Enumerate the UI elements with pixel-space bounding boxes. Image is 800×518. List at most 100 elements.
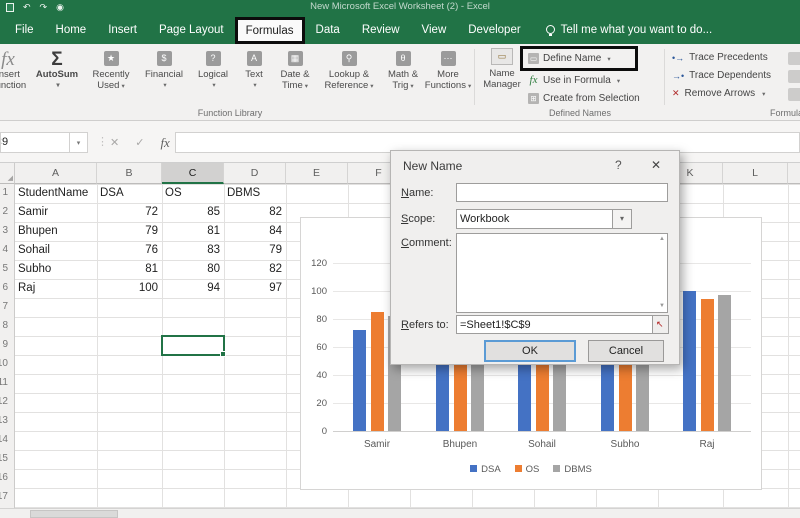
cell[interactable]: 100 bbox=[100, 279, 158, 298]
cell[interactable]: Sohail bbox=[18, 241, 93, 260]
chart-bar-dbms-raj[interactable] bbox=[718, 295, 731, 431]
cell[interactable]: StudentName bbox=[18, 184, 93, 203]
row-header-15[interactable]: 15 bbox=[0, 453, 8, 464]
name-field[interactable] bbox=[456, 183, 668, 202]
scroll-down-icon[interactable]: ▼ bbox=[659, 303, 677, 309]
row-header-13[interactable]: 13 bbox=[0, 415, 8, 426]
scroll-up-icon[interactable]: ▲ bbox=[659, 236, 677, 242]
column-header-C[interactable]: C bbox=[162, 163, 224, 184]
scope-dropdown-icon[interactable]: ▾ bbox=[612, 209, 632, 229]
cell[interactable]: 97 bbox=[227, 279, 282, 298]
name-box[interactable]: C9 bbox=[0, 132, 70, 153]
cell[interactable]: 81 bbox=[100, 260, 158, 279]
refers-to-field[interactable]: =Sheet1!$C$9 bbox=[456, 315, 653, 334]
lookup-reference-button[interactable]: ⚲Lookup &Reference▾ bbox=[318, 46, 380, 92]
tab-developer[interactable]: Developer bbox=[457, 15, 531, 44]
comment-field[interactable] bbox=[456, 233, 668, 313]
collapse-dialog-button[interactable]: ↖ bbox=[652, 315, 669, 334]
more-functions-button[interactable]: ⋯MoreFunctions▾ bbox=[426, 46, 470, 92]
name-manager-button[interactable]: ▭ Name Manager bbox=[478, 48, 526, 90]
cell[interactable]: Bhupen bbox=[18, 222, 93, 241]
row-header-11[interactable]: 11 bbox=[0, 377, 8, 388]
row-header-10[interactable]: 10 bbox=[0, 358, 8, 369]
name-box-dropdown[interactable]: ▾ bbox=[70, 132, 88, 153]
insert-function-icon[interactable]: fx bbox=[160, 135, 169, 151]
row-header-3[interactable]: 3 bbox=[0, 225, 8, 236]
row-header-7[interactable]: 7 bbox=[0, 301, 8, 312]
row-header-14[interactable]: 14 bbox=[0, 434, 8, 445]
cell[interactable]: 83 bbox=[165, 241, 220, 260]
cell[interactable]: Raj bbox=[18, 279, 93, 298]
column-header-B[interactable]: B bbox=[97, 163, 162, 184]
row-header-5[interactable]: 5 bbox=[0, 263, 8, 274]
text-button[interactable]: AText▾ bbox=[236, 46, 272, 92]
cell[interactable]: 79 bbox=[227, 241, 282, 260]
cell[interactable]: 84 bbox=[227, 222, 282, 241]
ok-button[interactable]: OK bbox=[484, 340, 576, 362]
insert-function-button[interactable]: fxInsertFunction bbox=[0, 46, 30, 92]
cell[interactable]: Subho bbox=[18, 260, 93, 279]
column-header-E[interactable]: E bbox=[286, 163, 348, 184]
close-icon[interactable]: ✕ bbox=[651, 158, 661, 172]
cell[interactable]: 80 bbox=[165, 260, 220, 279]
cancel-icon[interactable]: ✕ bbox=[110, 136, 119, 149]
row-header-2[interactable]: 2 bbox=[0, 206, 8, 217]
cell[interactable]: 85 bbox=[165, 203, 220, 222]
cell[interactable]: 72 bbox=[100, 203, 158, 222]
cell[interactable]: OS bbox=[165, 184, 220, 203]
cancel-button[interactable]: Cancel bbox=[588, 340, 664, 362]
recently-used-button[interactable]: ★RecentlyUsed▾ bbox=[84, 46, 138, 92]
row-header-6[interactable]: 6 bbox=[0, 282, 8, 293]
cell[interactable]: DBMS bbox=[227, 184, 282, 203]
tab-home[interactable]: Home bbox=[45, 15, 98, 44]
chart-legend[interactable]: DSAOSDBMS bbox=[301, 464, 761, 475]
select-all-corner[interactable]: ◢ bbox=[0, 163, 15, 184]
legend-item-dbms[interactable]: DBMS bbox=[553, 464, 591, 475]
enter-icon[interactable]: ✓ bbox=[135, 136, 144, 149]
scope-select[interactable]: Workbook bbox=[456, 209, 624, 229]
cell[interactable]: 82 bbox=[227, 203, 282, 222]
cell[interactable]: Samir bbox=[18, 203, 93, 222]
chart-bar-os-raj[interactable] bbox=[701, 299, 714, 431]
chart-bar-os-samir[interactable] bbox=[371, 312, 384, 431]
tab-page-layout[interactable]: Page Layout bbox=[148, 15, 235, 44]
legend-item-os[interactable]: OS bbox=[515, 464, 540, 475]
column-header-L[interactable]: L bbox=[723, 163, 788, 184]
row-header-17[interactable]: 17 bbox=[0, 491, 8, 502]
chart-bar-dsa-raj[interactable] bbox=[683, 291, 696, 431]
remove-arrows-button[interactable]: ✕ Remove Arrows ▾ bbox=[672, 88, 765, 99]
column-header-D[interactable]: D bbox=[224, 163, 286, 184]
row-header-16[interactable]: 16 bbox=[0, 472, 8, 483]
column-header-A[interactable]: A bbox=[15, 163, 97, 184]
tab-review[interactable]: Review bbox=[351, 15, 411, 44]
row-header-9[interactable]: 9 bbox=[0, 339, 8, 350]
logical-button[interactable]: ?Logical▾ bbox=[190, 46, 236, 92]
chart-bar-dsa-samir[interactable] bbox=[353, 330, 366, 431]
tab-view[interactable]: View bbox=[411, 15, 458, 44]
cell[interactable]: 94 bbox=[165, 279, 220, 298]
row-header-4[interactable]: 4 bbox=[0, 244, 8, 255]
horizontal-scrollbar[interactable] bbox=[0, 508, 800, 518]
cell[interactable]: 82 bbox=[227, 260, 282, 279]
scrollbar-thumb[interactable] bbox=[30, 510, 118, 518]
tab-data[interactable]: Data bbox=[305, 15, 351, 44]
selected-cell[interactable] bbox=[161, 335, 225, 356]
autosum-button[interactable]: ΣAutoSum▾ bbox=[30, 46, 84, 92]
date-time-button[interactable]: ▦Date &Time▾ bbox=[272, 46, 318, 92]
column-header-M[interactable]: M bbox=[788, 163, 800, 184]
tab-formulas[interactable]: Formulas bbox=[235, 17, 305, 44]
cell[interactable]: 81 bbox=[165, 222, 220, 241]
tell-me-box[interactable]: Tell me what you want to do... bbox=[546, 24, 713, 36]
cell[interactable]: 76 bbox=[100, 241, 158, 260]
row-header-12[interactable]: 12 bbox=[0, 396, 8, 407]
cell[interactable]: DSA bbox=[100, 184, 158, 203]
trace-dependents-button[interactable]: →• Trace Dependents bbox=[672, 70, 771, 81]
use-in-formula-button[interactable]: fx Use in Formula ▾ bbox=[528, 75, 620, 86]
tab-file[interactable]: File bbox=[4, 15, 45, 44]
financial-button[interactable]: $Financial▾ bbox=[138, 46, 190, 92]
tab-insert[interactable]: Insert bbox=[97, 15, 148, 44]
cell[interactable]: 79 bbox=[100, 222, 158, 241]
math-trig-button[interactable]: θMath &Trig▾ bbox=[380, 46, 426, 92]
row-header-1[interactable]: 1 bbox=[0, 187, 8, 198]
trace-precedents-button[interactable]: •→ Trace Precedents bbox=[672, 52, 768, 63]
